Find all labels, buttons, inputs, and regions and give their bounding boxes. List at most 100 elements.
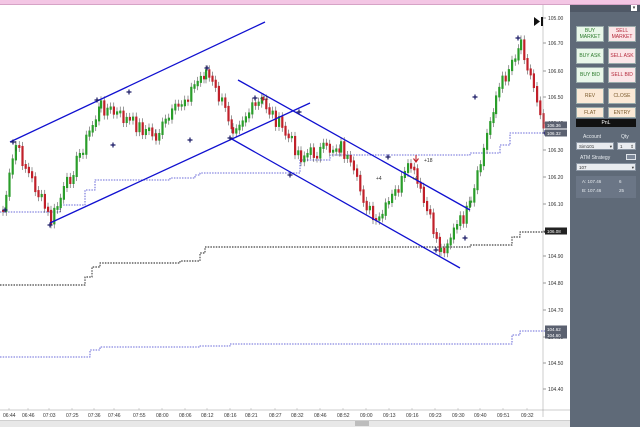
candle-body [116,111,119,115]
x-tick-label: 08:06 [179,413,192,419]
y-tick-label: 106.70 [548,41,564,47]
candle-body [365,200,368,211]
candle-body [135,116,138,133]
price-tag-label: 104.62 [547,327,561,332]
close-button[interactable]: CLOSE [608,88,636,104]
candle-body [141,122,144,136]
candle-body [443,247,446,254]
atm-settings-icon[interactable] [626,154,636,160]
account-value: Sim101 [579,144,595,149]
candle-body [100,100,103,109]
reverse-button[interactable]: REV [576,88,604,104]
price-tag-label: 104.60 [547,333,561,338]
y-tick-label: 106.60 [548,69,564,75]
candle-body [529,68,532,76]
price-tag-label: 106.36 [547,123,561,128]
x-tick-label: 09:32 [521,413,534,419]
candle-body [43,193,46,209]
buy-market-button[interactable]: BUY MARKET [576,26,604,42]
quantity-stepper[interactable]: 1 ⇕ [617,142,636,150]
trade-annotation: +12 [260,96,269,102]
candle-body [526,58,529,71]
atm-strategy-select[interactable]: 107 ▾ [576,163,636,171]
candle-body [268,107,271,115]
channel-upper-1[interactable] [9,21,266,143]
candle-body [148,127,151,132]
candle-body [328,143,331,153]
candle-body [112,106,115,115]
buy-bid-button[interactable]: BUY BID [576,67,604,83]
x-tick-label: 08:27 [269,413,282,419]
price-chart[interactable]: +12+4+4+18 105.00106.70106.60106.50106.4… [0,5,570,427]
x-tick-label: 07:46 [108,413,121,419]
scrollbar-thumb[interactable] [355,421,369,426]
sell-ask-button[interactable]: SELL ASK [608,48,636,64]
candle-body [300,150,303,163]
time-axis[interactable]: 06:44 06:46 07:03 07:25 07:36 07:46 07:55 08:00… [0,409,570,419]
panel-header: ▾ [570,5,640,12]
candle-body [397,189,400,193]
play-end-icon[interactable] [534,17,543,26]
candle-body [410,163,413,169]
channel-lower-1[interactable] [49,102,311,224]
candle-body [158,132,161,141]
candle-body [203,75,206,80]
candle-body [281,116,284,128]
horizontal-scrollbar[interactable] [0,420,570,427]
candle-body [155,133,158,141]
candle-body [479,164,482,173]
bid-price-text: B: 107.46 [582,188,602,193]
candle-body [482,147,485,167]
candle-body [309,147,312,155]
candle-body [196,80,199,87]
sell-bid-button[interactable]: SELL BID [608,67,636,83]
y-tick-label: 106.20 [548,175,564,181]
stop-levels [0,130,546,358]
sell-market-button[interactable]: SELL MARKET [608,26,636,42]
trend-lines[interactable] [9,21,471,269]
candle-body [205,69,208,80]
signal-cross [126,89,132,95]
pnl-toggle[interactable]: PnL [576,119,636,127]
candle-body [312,147,315,158]
grid-lines [8,408,528,410]
candle-body [15,145,18,148]
candle-body [251,102,254,115]
candle-body [495,95,498,115]
candle-body [69,176,72,184]
candle-body [352,160,355,171]
account-select[interactable]: Sim101 ▾ [576,142,614,150]
y-tick-label: 104.80 [548,281,564,287]
candle-body [72,175,75,184]
signal-cross [252,95,258,101]
flat-button[interactable]: FLAT [576,107,604,118]
x-tick-label: 06:44 [3,413,16,419]
chart-canvas[interactable]: +12+4+4+18 105.00106.70106.60106.50106.4… [0,5,570,427]
candle-body [271,110,274,115]
candle-body [542,113,545,129]
ask-price-text: A: 107.46 [582,179,602,184]
candle-body [539,100,542,116]
x-tick-label: 08:12 [201,413,214,419]
stepper-arrows-icon[interactable]: ⇕ [630,143,634,150]
y-tick-label: 106.10 [548,202,564,208]
buy-ask-button[interactable]: BUY ASK [576,48,604,64]
candle-body [85,134,88,155]
candle-body [98,106,101,122]
pnl-label: PnL [601,120,611,126]
channel-upper-2[interactable] [237,79,471,211]
entry-button[interactable]: ENTRY [608,107,636,118]
x-tick-label: 09:00 [360,413,373,419]
chevron-down-icon[interactable]: ▾ [631,5,637,11]
candle-body [27,166,30,174]
trade-annotation: +18 [424,158,433,164]
candle-body [429,209,432,215]
chevron-down-icon: ▾ [631,165,634,170]
candle-body [221,97,224,102]
candle-body [109,106,112,110]
candle-body [511,59,514,72]
candle-body [164,118,167,124]
flat-label: FLAT [584,109,596,116]
candle-body [161,121,164,135]
signal-cross [515,35,521,41]
